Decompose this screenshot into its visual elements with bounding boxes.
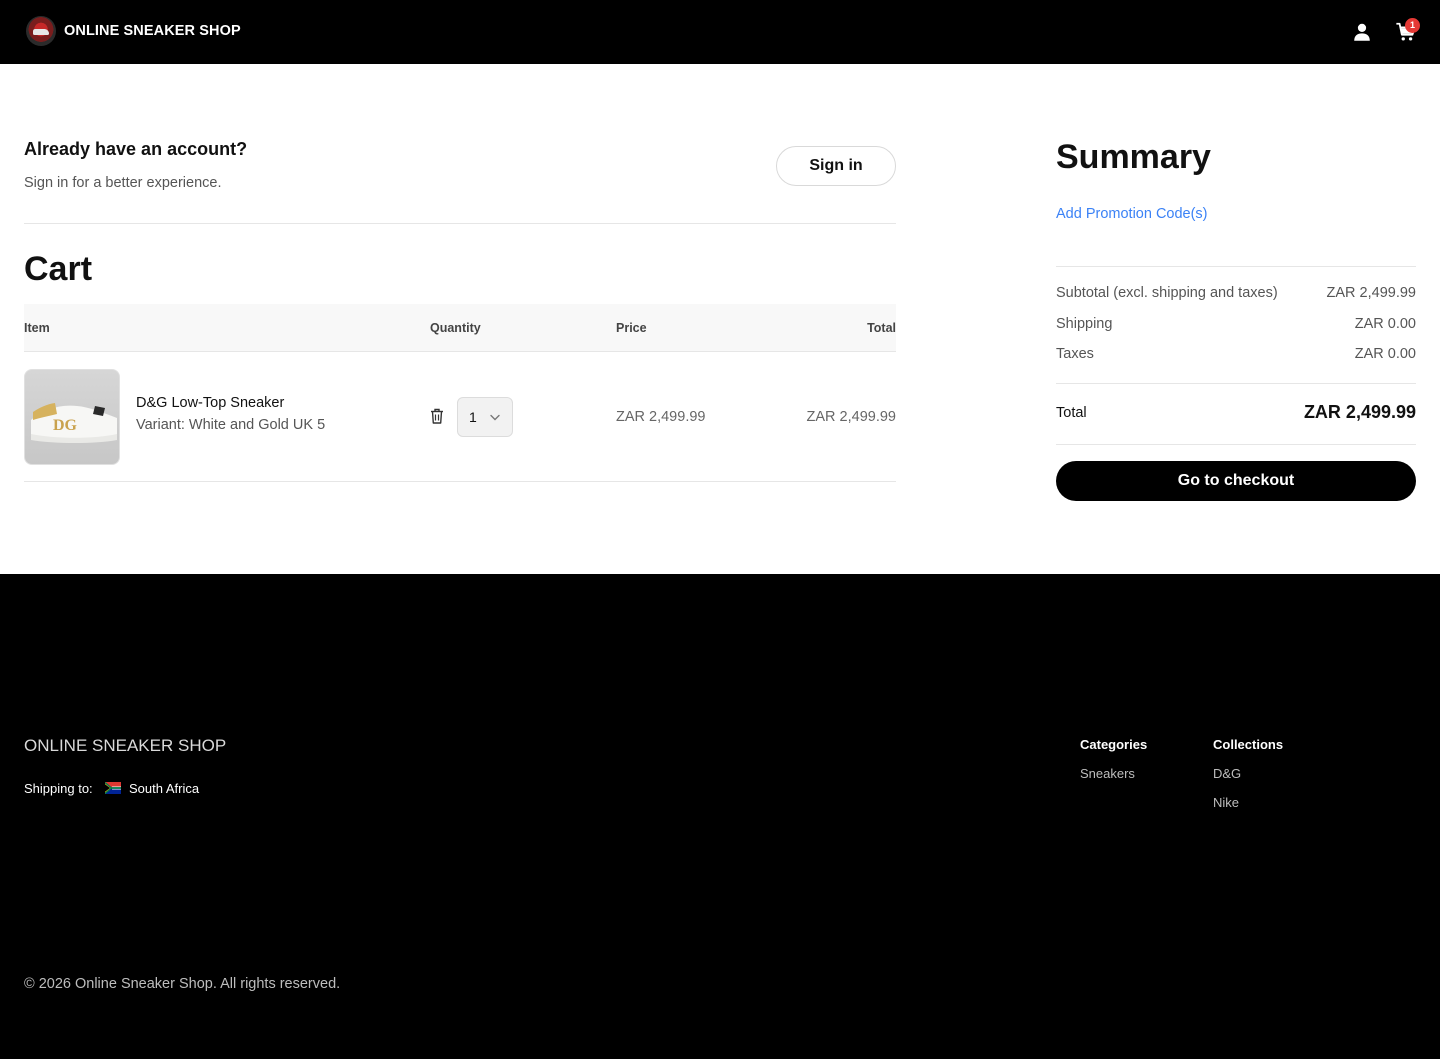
cart-table-header: Item Quantity Price Total (24, 304, 896, 352)
total-value: ZAR 2,499.99 (1303, 402, 1416, 422)
brand-home-link[interactable]: ONLINE SNEAKER SHOP (26, 16, 241, 46)
quantity-value: 1 (469, 409, 477, 425)
taxes-label: Taxes (1056, 346, 1094, 362)
column-header-total: Total (867, 321, 896, 335)
account-prompt-subtitle: Sign in for a better experience. (24, 175, 222, 191)
footer-brand-name[interactable]: ONLINE SNEAKER SHOP (24, 736, 226, 756)
product-name[interactable]: D&G Low-Top Sneaker (136, 395, 284, 411)
add-promotion-code-link[interactable]: Add Promotion Code(s) (1056, 206, 1208, 222)
footer-categories-title: Categories (1080, 737, 1148, 752)
sneaker-image: DG (31, 403, 117, 443)
cart-title: Cart (24, 250, 93, 288)
divider (24, 223, 896, 224)
column-header-price: Price (616, 321, 647, 335)
divider (1056, 266, 1416, 267)
brand-name: ONLINE SNEAKER SHOP (64, 23, 241, 39)
subtotal-label: Subtotal (excl. shipping and taxes) (1056, 285, 1278, 301)
taxes-value: ZAR 0.00 (1354, 346, 1416, 362)
user-icon[interactable] (1351, 21, 1373, 43)
item-total: ZAR 2,499.99 (806, 409, 896, 425)
svg-text:DG: DG (53, 417, 78, 434)
sneaker-logo-icon (26, 16, 56, 46)
footer: ONLINE SNEAKER SHOP Shipping to: South A… (0, 574, 1440, 1059)
product-variant: Variant: White and Gold UK 5 (136, 417, 326, 433)
quantity-select[interactable]: 1 (457, 397, 513, 437)
total-label: Total (1056, 405, 1087, 421)
account-prompt-title: Already have an account? (24, 139, 248, 159)
product-thumbnail[interactable]: DG (24, 369, 120, 465)
top-nav: ONLINE SNEAKER SHOP 1 (0, 0, 1440, 64)
summary-title: Summary (1056, 138, 1211, 176)
chevron-down-icon (490, 414, 500, 421)
shipping-to-label: Shipping to: (24, 781, 93, 796)
footer-link-sneakers[interactable]: Sneakers (1080, 766, 1135, 781)
footer-link-nike[interactable]: Nike (1213, 795, 1239, 810)
trash-icon[interactable] (430, 408, 444, 424)
divider (1056, 383, 1416, 384)
divider (1056, 444, 1416, 445)
footer-collections-title: Collections (1213, 737, 1284, 752)
shipping-label: Shipping (1056, 316, 1113, 332)
subtotal-value: ZAR 2,499.99 (1326, 285, 1416, 301)
shipping-value: ZAR 0.00 (1354, 316, 1416, 332)
shipping-country-selector[interactable]: South Africa (129, 781, 199, 796)
item-price: ZAR 2,499.99 (616, 409, 706, 425)
cart-item-row: DG D&G Low-Top Sneaker Variant: White an… (24, 353, 896, 482)
column-header-quantity: Quantity (430, 321, 481, 335)
footer-link-dg[interactable]: D&G (1213, 766, 1241, 781)
column-header-item: Item (24, 321, 50, 335)
go-to-checkout-button[interactable]: Go to checkout (1056, 461, 1416, 501)
cart-count-badge: 1 (1405, 18, 1420, 33)
copyright-text: © 2026 Online Sneaker Shop. All rights r… (24, 976, 341, 992)
south-africa-flag-icon[interactable] (105, 782, 121, 794)
sign-in-button[interactable]: Sign in (776, 146, 896, 186)
